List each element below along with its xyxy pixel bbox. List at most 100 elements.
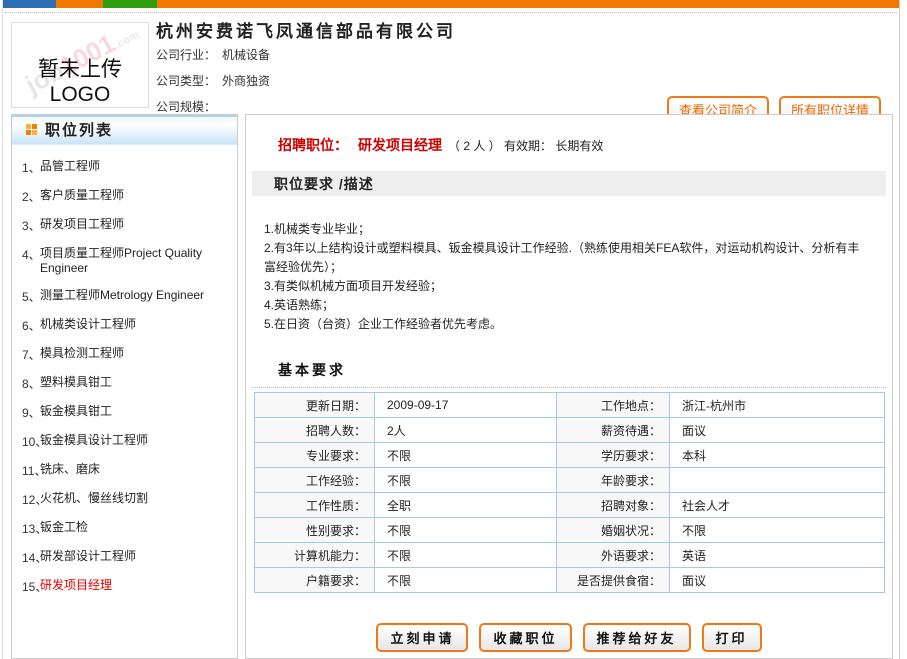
content-area: 职位列表 1、品管工程师 2、客户质量工程师 3、研发项目工程师 4、项目质量工…	[3, 114, 899, 659]
job-list-item[interactable]: 9、钣金模具钳工	[12, 398, 231, 427]
table-value-cell: 2009-09-17	[375, 393, 557, 418]
topbar-green-segment	[103, 0, 157, 8]
description-line: 4.英语熟练；	[264, 296, 864, 315]
table-value-cell: 全职	[375, 493, 557, 518]
job-item-label: 研发项目经理	[40, 578, 231, 595]
job-item-label: 项目质量工程师Project Quality Engineer	[40, 246, 231, 276]
job-list-item[interactable]: 6、机械类设计工程师	[12, 311, 231, 340]
table-value-cell: 不限	[670, 518, 885, 543]
table-value-cell: 本科	[670, 443, 885, 468]
action-buttons: 立刻申请 收藏职位 推荐给好友 打印	[252, 623, 886, 652]
table-row: 工作经验：不限年龄要求：	[255, 468, 885, 493]
job-list-item[interactable]: 10、钣金模具设计工程师	[12, 427, 231, 456]
table-label-cell: 薪资待遇：	[557, 418, 670, 443]
table-value-cell: 不限	[375, 518, 557, 543]
table-row: 户籍要求：不限是否提供食宿：面议	[255, 568, 885, 593]
job-item-number: 3、	[12, 217, 40, 234]
table-row: 招聘人数：2人薪资待遇：面议	[255, 418, 885, 443]
company-field-label: 公司类型：	[156, 74, 216, 88]
job-item-number: 14、	[12, 549, 40, 566]
requirements-table-body: 更新日期：2009-09-17工作地点：浙江-杭州市招聘人数：2人薪资待遇：面议…	[255, 393, 885, 593]
company-field: 公司行业： 机械设备	[156, 46, 270, 72]
table-label-cell: 工作经验：	[255, 468, 375, 493]
job-item-number: 15、	[12, 578, 40, 595]
table-label-cell: 婚姻状况：	[557, 518, 670, 543]
job-item-label: 研发项目工程师	[40, 217, 231, 234]
job-list-item[interactable]: 14、研发部设计工程师	[12, 543, 231, 572]
job-list-item[interactable]: 3、研发项目工程师	[12, 211, 231, 240]
job-list-item[interactable]: 8、塑料模具钳工	[12, 369, 231, 398]
job-item-label: 机械类设计工程师	[40, 317, 231, 334]
job-item-label: 模具检测工程师	[40, 346, 231, 363]
table-label-cell: 户籍要求：	[255, 568, 375, 593]
job-list-item[interactable]: 12、火花机、慢丝线切割	[12, 485, 231, 514]
company-field-value: 机械设备	[222, 48, 270, 62]
watermark-com: .com	[113, 29, 141, 52]
table-row: 更新日期：2009-09-17工作地点：浙江-杭州市	[255, 393, 885, 418]
action-button[interactable]: 打印	[702, 623, 762, 652]
job-item-label: 测量工程师Metrology Engineer	[40, 288, 231, 305]
job-list-item[interactable]: 5、测量工程师Metrology Engineer	[12, 282, 231, 311]
table-row: 计算机能力：不限外语要求：英语	[255, 543, 885, 568]
job-item-label: 研发部设计工程师	[40, 549, 231, 566]
table-label-cell: 工作地点：	[557, 393, 670, 418]
table-label-cell: 招聘人数：	[255, 418, 375, 443]
job-list-sidebar: 职位列表 1、品管工程师 2、客户质量工程师 3、研发项目工程师 4、项目质量工…	[11, 114, 238, 659]
table-label-cell: 是否提供食宿：	[557, 568, 670, 593]
job-item-number: 9、	[12, 404, 40, 421]
action-button[interactable]: 推荐给好友	[583, 623, 691, 652]
top-color-bar	[3, 0, 899, 8]
job-item-number: 6、	[12, 317, 40, 334]
table-label-cell: 更新日期：	[255, 393, 375, 418]
topbar-blue-segment	[3, 0, 56, 8]
job-item-number: 13、	[12, 520, 40, 537]
sidebar-title: 职位列表	[45, 119, 113, 140]
company-fields: 公司行业：机械设备 公司类型：外商独资 公司规模：	[156, 46, 270, 124]
table-label-cell: 专业要求：	[255, 443, 375, 468]
table-value-cell: 面议	[670, 418, 885, 443]
job-list-item[interactable]: 4、项目质量工程师Project Quality Engineer	[12, 240, 231, 282]
job-item-number: 10、	[12, 433, 40, 450]
job-list-item[interactable]: 11、铣床、磨床	[12, 456, 231, 485]
description-line: 5.在日资（台资）企业工作经验者优先考虑。	[264, 315, 864, 334]
table-value-cell: 不限	[375, 468, 557, 493]
company-field-label: 公司行业：	[156, 48, 216, 62]
description-line: 2.有3年以上结构设计或塑料模具、钣金模具设计工作经验.（熟练使用相关FEA软件…	[264, 239, 864, 277]
table-label-cell: 工作性质：	[255, 493, 375, 518]
job-list-item[interactable]: 13、钣金工检	[12, 514, 231, 543]
job-item-label: 塑料模具钳工	[40, 375, 231, 392]
company-logo-placeholder: job1001.com 暂未上传LOGO	[11, 22, 149, 108]
basic-requirements-divider	[252, 387, 886, 388]
table-value-cell: 不限	[375, 543, 557, 568]
description-line: 1.机械类专业毕业；	[264, 220, 864, 239]
company-header: job1001.com 暂未上传LOGO 杭州安费诺飞凤通信部品有限公司 公司行…	[3, 13, 899, 123]
table-value-cell: 英语	[670, 543, 885, 568]
job-item-label: 客户质量工程师	[40, 188, 231, 205]
job-list-item[interactable]: 2、客户质量工程师	[12, 182, 231, 211]
description-section-header: 职位要求 /描述	[252, 171, 886, 196]
table-value-cell: 面议	[670, 568, 885, 593]
job-list-item[interactable]: 7、模具检测工程师	[12, 340, 231, 369]
description-section-title: 职位要求 /描述	[274, 174, 374, 194]
logo-placeholder-text: 暂未上传LOGO	[12, 53, 148, 107]
action-button[interactable]: 收藏职位	[479, 623, 571, 652]
job-header-caption: 招聘职位：	[278, 137, 348, 153]
topbar-orange-segment-long	[157, 0, 899, 8]
job-detail-panel: 招聘职位：研发项目经理（ 2 人 ） 有效期： 长期有效 职位要求 /描述 1.…	[245, 114, 893, 659]
job-item-label: 火花机、慢丝线切割	[40, 491, 231, 508]
topbar-orange-segment	[56, 0, 103, 8]
job-item-number: 12、	[12, 491, 40, 508]
action-button[interactable]: 立刻申请	[376, 623, 468, 652]
table-value-cell: 浙江-杭州市	[670, 393, 885, 418]
job-item-number: 8、	[12, 375, 40, 392]
job-item-number: 1、	[12, 159, 40, 176]
job-item-number: 5、	[12, 288, 40, 305]
job-header: 招聘职位：研发项目经理（ 2 人 ） 有效期： 长期有效	[278, 135, 886, 155]
job-list-item[interactable]: 1、品管工程师	[12, 153, 231, 182]
table-label-cell: 性别要求：	[255, 518, 375, 543]
table-row: 性别要求：不限婚姻状况：不限	[255, 518, 885, 543]
job-item-number: 4、	[12, 246, 40, 276]
job-item-number: 2、	[12, 188, 40, 205]
validity-label: 有效期：	[504, 139, 552, 153]
job-list-item[interactable]: 15、研发项目经理	[12, 572, 231, 601]
